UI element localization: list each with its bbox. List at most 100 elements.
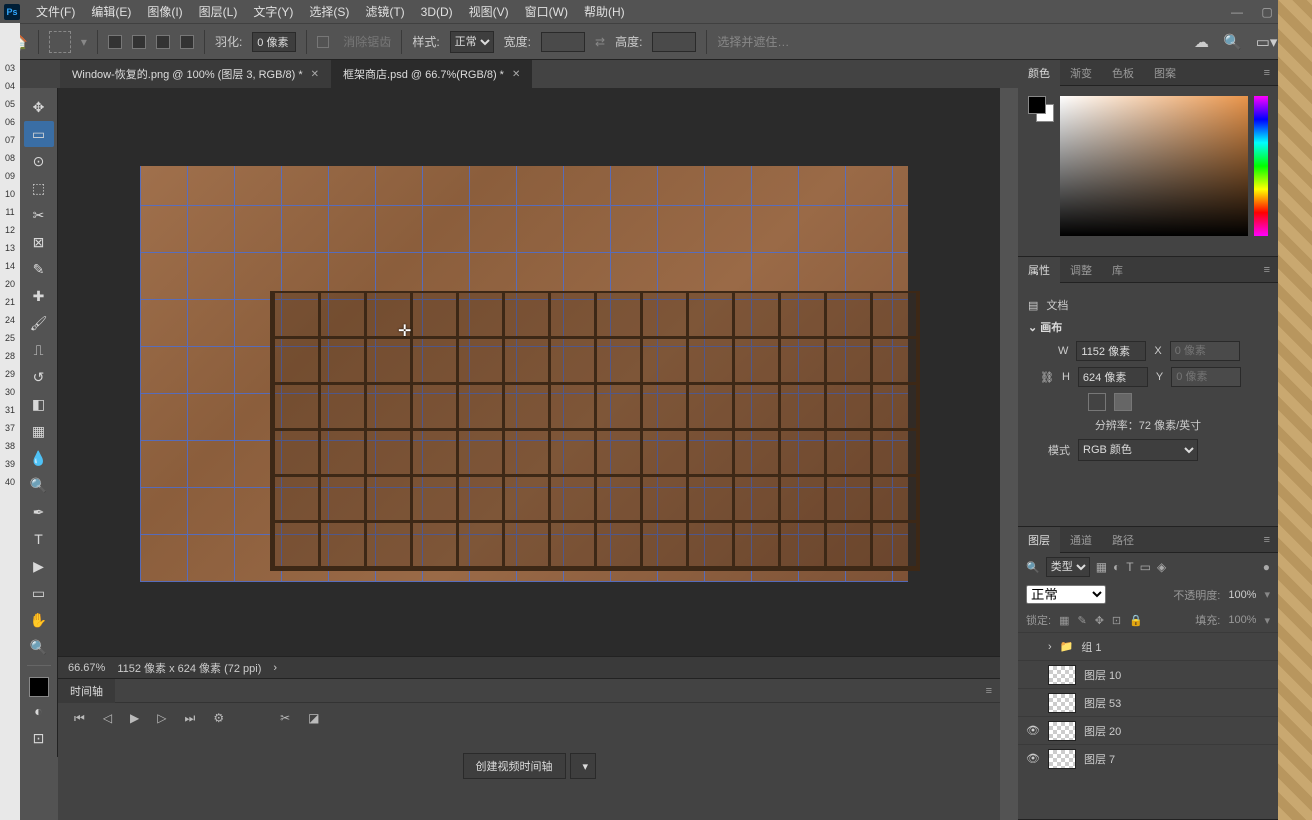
panel-menu-icon[interactable]: ≡	[1264, 67, 1278, 79]
create-video-timeline-button[interactable]: 创建视频时间轴	[463, 753, 566, 779]
visibility-icon[interactable]: 👁	[1026, 724, 1040, 737]
portrait-icon[interactable]	[1088, 393, 1106, 411]
tab-swatches[interactable]: 色板	[1102, 60, 1144, 86]
lock-brush-icon[interactable]: ✎	[1077, 614, 1086, 627]
document-canvas[interactable]: ✛	[140, 166, 908, 582]
layer-thumb[interactable]	[1048, 749, 1076, 769]
tab-layers[interactable]: 图层	[1018, 527, 1060, 553]
menu-type[interactable]: 文字(Y)	[245, 3, 301, 20]
panel-menu-icon[interactable]: ≡	[986, 685, 1000, 697]
width-field[interactable]	[1076, 341, 1146, 361]
layer-name[interactable]: 图层 53	[1084, 695, 1121, 711]
menu-layer[interactable]: 图层(L)	[191, 3, 246, 20]
zoom-readout[interactable]: 66.67%	[68, 662, 105, 674]
doc-tab-1[interactable]: Window-恢复的.png @ 100% (图层 3, RGB/8) * ✕	[60, 60, 331, 88]
tab-patterns[interactable]: 图案	[1144, 60, 1186, 86]
height-field[interactable]	[1078, 367, 1148, 387]
doc-dims-readout[interactable]: 1152 像素 x 624 像素 (72 ppi)	[117, 660, 261, 676]
swap-icon[interactable]: ⇄	[595, 35, 605, 49]
chevron-right-icon[interactable]: ›	[273, 662, 277, 674]
lock-pos-icon[interactable]: ✥	[1095, 614, 1104, 627]
filter-pixel-icon[interactable]: ▦	[1096, 560, 1107, 574]
marquee-tool[interactable]: ▭	[24, 121, 54, 147]
stamp-tool[interactable]: ⎍	[24, 337, 54, 363]
hand-tool[interactable]: ✋	[24, 607, 54, 633]
antialias-checkbox[interactable]	[317, 36, 329, 48]
tl-first-icon[interactable]: ⏮	[74, 711, 85, 726]
lasso-tool[interactable]: ⊙	[24, 148, 54, 174]
tl-play-icon[interactable]: ▶	[130, 711, 139, 725]
tab-libraries[interactable]: 库	[1102, 257, 1133, 283]
close-icon[interactable]: ✕	[512, 69, 520, 80]
pen-tool[interactable]: ✒	[24, 499, 54, 525]
lock-all-icon[interactable]: 🔒	[1129, 614, 1143, 627]
layer-row[interactable]: 👁图层 7	[1018, 744, 1278, 772]
tab-paths[interactable]: 路径	[1102, 527, 1144, 553]
tab-adjustments[interactable]: 调整	[1060, 257, 1102, 283]
zoom-tool[interactable]: 🔍	[24, 634, 54, 660]
layer-row[interactable]: 图层 10	[1018, 660, 1278, 688]
link-icon[interactable]: ⛓	[1040, 371, 1054, 384]
move-tool[interactable]: ✥	[24, 94, 54, 120]
layer-name[interactable]: 图层 7	[1084, 751, 1115, 767]
canvas-viewport[interactable]: ✛	[58, 88, 1000, 658]
blend-mode-select[interactable]: 正常	[1026, 585, 1106, 604]
eyedropper-tool[interactable]: ✎	[24, 256, 54, 282]
gradient-tool[interactable]: ▦	[24, 418, 54, 444]
sel-intersect-icon[interactable]	[180, 35, 194, 49]
filter-kind-select[interactable]: 类型	[1046, 557, 1090, 577]
search-icon[interactable]: 🔍	[1026, 561, 1040, 574]
path-select-tool[interactable]: ▶	[24, 553, 54, 579]
menu-select[interactable]: 选择(S)	[301, 3, 357, 20]
tab-channels[interactable]: 通道	[1060, 527, 1102, 553]
filter-toggle-icon[interactable]: ●	[1263, 560, 1270, 574]
layer-row[interactable]: ›📁组 1	[1018, 632, 1278, 660]
menu-file[interactable]: 文件(F)	[28, 3, 83, 20]
menu-window[interactable]: 窗口(W)	[517, 3, 576, 20]
opacity-value[interactable]: 100%	[1228, 589, 1256, 601]
select-mask-button[interactable]: 选择并遮住…	[717, 33, 789, 50]
layer-row[interactable]: 图层 53	[1018, 688, 1278, 716]
mode-select[interactable]: RGB 颜色	[1078, 439, 1198, 461]
close-icon[interactable]: ✕	[311, 69, 319, 80]
menu-image[interactable]: 图像(I)	[139, 3, 190, 20]
chevron-right-icon[interactable]: ›	[1048, 641, 1052, 653]
quickmask-icon[interactable]: ◐	[24, 698, 54, 724]
blur-tool[interactable]: 💧	[24, 445, 54, 471]
menu-3d[interactable]: 3D(D)	[413, 5, 461, 19]
brush-tool[interactable]: 🖌	[24, 310, 54, 336]
color-picker[interactable]	[1060, 96, 1248, 236]
hue-slider[interactable]	[1254, 96, 1268, 236]
menu-help[interactable]: 帮助(H)	[576, 3, 633, 20]
layer-name[interactable]: 组 1	[1081, 639, 1101, 655]
menu-filter[interactable]: 滤镜(T)	[357, 3, 412, 20]
workspace-icon[interactable]: ▭▾	[1256, 33, 1278, 51]
quick-select-tool[interactable]: ⬚	[24, 175, 54, 201]
panel-menu-icon[interactable]: ≡	[1264, 264, 1278, 276]
transition-icon[interactable]: ◪	[308, 711, 319, 725]
filter-adjust-icon[interactable]: ◐	[1113, 560, 1120, 574]
landscape-icon[interactable]	[1114, 393, 1132, 411]
timeline-tab[interactable]: 时间轴	[58, 679, 115, 703]
style-select[interactable]: 正常	[450, 31, 494, 53]
shape-tool[interactable]: ▭	[24, 580, 54, 606]
tab-gradient[interactable]: 渐变	[1060, 60, 1102, 86]
crop-tool[interactable]: ✂	[24, 202, 54, 228]
menu-edit[interactable]: 编辑(E)	[83, 3, 139, 20]
filter-type-icon[interactable]: T	[1126, 560, 1133, 574]
foreground-swatch[interactable]	[29, 677, 49, 697]
layer-name[interactable]: 图层 10	[1084, 667, 1121, 683]
tl-prev-icon[interactable]: ◁	[103, 711, 112, 725]
frame-tool[interactable]: ⊠	[24, 229, 54, 255]
filter-shape-icon[interactable]: ▭	[1140, 560, 1151, 574]
sel-new-icon[interactable]	[108, 35, 122, 49]
tl-last-icon[interactable]: ⏭	[185, 711, 196, 726]
layer-row[interactable]: 👁图层 20	[1018, 716, 1278, 744]
heal-tool[interactable]: ✚	[24, 283, 54, 309]
layer-thumb[interactable]	[1048, 721, 1076, 741]
tl-settings-icon[interactable]: ⚙	[213, 711, 224, 725]
window-minimize[interactable]: —	[1222, 2, 1252, 22]
tab-color[interactable]: 颜色	[1018, 60, 1060, 86]
lock-trans-icon[interactable]: ▦	[1059, 614, 1069, 627]
filter-smart-icon[interactable]: ◈	[1157, 560, 1166, 574]
